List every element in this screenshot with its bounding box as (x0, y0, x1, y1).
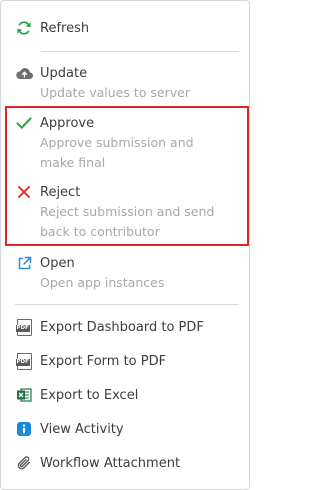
checkmark-icon (15, 114, 33, 132)
menu-item-description-line1: Reject submission and send (40, 204, 215, 219)
external-link-icon (15, 254, 33, 272)
pdf-badge: PDF (15, 324, 30, 332)
menu-item-label: Approve (40, 115, 95, 131)
pdf-badge: PDF (15, 358, 30, 366)
menu-item-update[interactable]: Update Update values to server (15, 63, 241, 103)
menu-item-description: Update values to server (40, 85, 190, 100)
menu-item-description: Open app instances (40, 275, 165, 290)
menu-item-refresh[interactable]: Refresh (15, 18, 241, 38)
menu-item-open[interactable]: Open Open app instances (15, 253, 241, 293)
cloud-upload-icon (15, 64, 33, 82)
menu-item-label: Refresh (40, 20, 90, 36)
menu-item-label: Export Dashboard to PDF (40, 319, 204, 335)
x-icon (15, 183, 33, 201)
menu-item-export-dashboard-pdf[interactable]: PDF Export Dashboard to PDF (15, 317, 241, 337)
pdf-file-icon: PDF (15, 352, 33, 370)
menu-item-export-form-pdf[interactable]: PDF Export Form to PDF (15, 351, 241, 371)
excel-icon (15, 386, 33, 404)
menu-item-reject[interactable]: Reject Reject submission and send back t… (15, 182, 241, 242)
pdf-file-icon: PDF (15, 318, 33, 336)
menu-item-description-line2: make final (40, 155, 106, 170)
menu-item-label: Export to Excel (40, 387, 139, 403)
menu-item-export-excel[interactable]: Export to Excel (15, 385, 241, 405)
menu-item-approve[interactable]: Approve Approve submission and make fina… (15, 113, 241, 173)
divider (41, 51, 239, 52)
divider (15, 304, 239, 305)
context-menu: Refresh Update Update values to server A… (0, 0, 250, 490)
menu-item-description-line1: Approve submission and (40, 135, 194, 150)
menu-item-label: Reject (40, 184, 81, 200)
menu-item-view-activity[interactable]: View Activity (15, 419, 241, 439)
menu-item-workflow-attachment[interactable]: Workflow Attachment (15, 453, 241, 473)
menu-item-label: Open (40, 255, 75, 271)
refresh-icon (15, 19, 33, 37)
menu-item-description-line2: back to contributor (40, 224, 160, 239)
paperclip-icon (15, 454, 33, 472)
menu-item-label: Workflow Attachment (40, 455, 181, 471)
menu-item-label: Export Form to PDF (40, 353, 167, 369)
info-icon (15, 420, 33, 438)
menu-item-label: View Activity (40, 421, 124, 437)
menu-item-label: Update (40, 65, 88, 81)
